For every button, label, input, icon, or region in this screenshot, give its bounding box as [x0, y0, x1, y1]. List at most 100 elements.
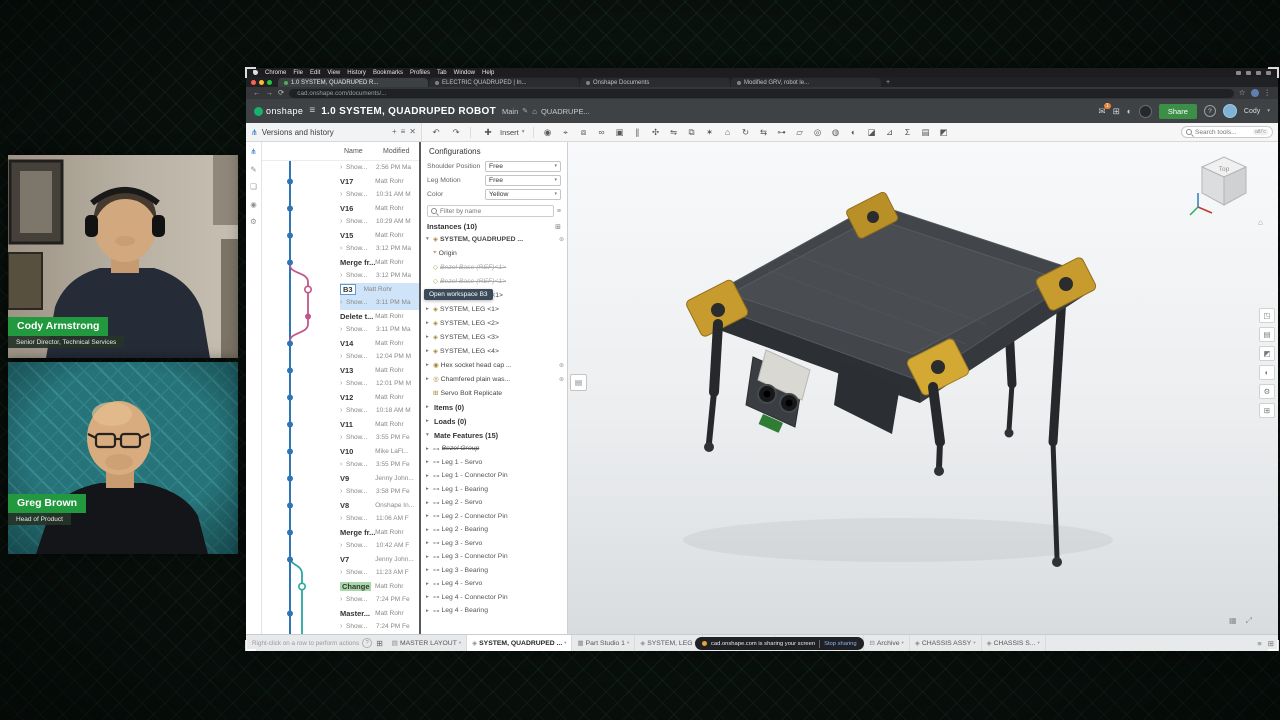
show-changes-link[interactable]: Show...	[346, 461, 376, 468]
show-changes-link[interactable]: Show...	[346, 218, 376, 225]
menubar-item[interactable]: Bookmarks	[373, 70, 403, 76]
expand-arrow-icon[interactable]: ▸	[426, 334, 431, 340]
document-menu-icon[interactable]: ≡	[309, 106, 315, 116]
onshape-logo[interactable]: onshape	[254, 106, 303, 116]
revolute-icon[interactable]: ↻	[737, 128, 755, 137]
show-changes-link[interactable]: Show...	[346, 272, 376, 279]
view-cube[interactable]: Top	[1186, 147, 1262, 223]
show-changes-link[interactable]: Show...	[346, 488, 376, 495]
circular-pattern-icon[interactable]: ✣	[647, 128, 665, 137]
menubar-item[interactable]: Window	[454, 70, 475, 76]
document-tab[interactable]: ◈ SYSTEM, LEG ▾	[635, 635, 703, 651]
instance-row[interactable]: ▸ ◈ SYSTEM, LEG <1>	[421, 302, 567, 316]
search-tools-input[interactable]	[1195, 128, 1250, 136]
insert-button[interactable]: ✚ Insert ▾	[476, 128, 528, 137]
instance-row[interactable]: ⊞ Servo Bolt Replicate	[421, 386, 567, 400]
version-row[interactable]: V14 Matt Rohr › Show... 12:04 PM M	[262, 337, 419, 364]
browser-tab[interactable]: Modified GRV, robot le...	[731, 78, 881, 87]
expand-arrow-icon[interactable]: ▾	[426, 432, 431, 438]
annotate-icon[interactable]: ✎	[250, 165, 256, 174]
bookmark-icon[interactable]: ☆	[1239, 89, 1246, 97]
show-changes-link[interactable]: Show...	[346, 407, 376, 414]
appearance-icon[interactable]: ◩	[935, 128, 953, 137]
notifications-icon[interactable]: ✉ 1	[1098, 102, 1111, 116]
chevron-down-icon[interactable]: ▾	[627, 640, 629, 646]
chevron-down-icon[interactable]: ▾	[902, 640, 904, 646]
expand-arrow-icon[interactable]: ▸	[426, 527, 431, 533]
comments-icon[interactable]: ❏	[250, 183, 257, 191]
instance-row[interactable]: ⌖ Origin	[421, 246, 567, 260]
menubar-item[interactable]: Profiles	[410, 70, 430, 76]
fastened-icon[interactable]: ⊶	[773, 128, 791, 137]
named-positions-icon[interactable]: ⌂	[719, 128, 737, 137]
document-tab[interactable]: ◈ SYSTEM, QUADRUPED ... ▾	[467, 635, 573, 651]
new-tab-icon[interactable]: +	[886, 79, 890, 86]
add-tab-icon[interactable]: ⊞	[376, 639, 383, 648]
forward-icon[interactable]: →	[266, 89, 274, 97]
document-tab[interactable]: ⊟ Archive ▾	[864, 635, 910, 651]
maximize-window-icon[interactable]	[267, 80, 272, 85]
section-header[interactable]: ▸ Loads (0)	[421, 414, 567, 428]
group-icon[interactable]: ⧈	[575, 128, 593, 137]
document-tab[interactable]: ◈ CHASSIS ASSY ▾	[910, 635, 982, 651]
expand-arrow-icon[interactable]: ▸	[426, 362, 431, 368]
spotlight-icon[interactable]	[1256, 70, 1261, 75]
apps-grid-icon[interactable]: ⊞	[1113, 107, 1120, 116]
expand-arrow-icon[interactable]: ▸	[426, 594, 431, 600]
address-bar[interactable]: cad.onshape.com/documents/...	[289, 88, 1234, 98]
add-instance-icon[interactable]: ⊞	[555, 223, 561, 231]
browser-tab[interactable]: ELECTRIC QUADRUPED | In...	[429, 78, 579, 87]
chevron-down-icon[interactable]: ▾	[973, 640, 975, 646]
appearance-panel-icon[interactable]: ◩	[1259, 346, 1275, 361]
show-changes-link[interactable]: Show...	[346, 380, 376, 387]
browser-profile-avatar[interactable]	[1250, 89, 1259, 97]
expand-arrow-icon[interactable]: ▸	[426, 486, 431, 492]
expand-arrow-icon[interactable]: ▸	[426, 459, 431, 465]
version-row[interactable]: B3 Matt Rohr › Show... 3:11 PM Ma	[262, 282, 419, 310]
show-changes-link[interactable]: Show...	[346, 515, 376, 522]
expand-arrow-icon[interactable]: ▸	[426, 567, 431, 573]
expand-arrow-icon[interactable]: ▸	[426, 404, 431, 410]
explode-icon[interactable]: ✶	[701, 128, 719, 137]
grid-settings-icon[interactable]: ▦	[1229, 616, 1237, 626]
tables-panel-icon[interactable]: ⊞	[1259, 403, 1275, 418]
show-changes-link[interactable]: Show...	[346, 596, 376, 603]
back-icon[interactable]: ←	[253, 89, 261, 97]
menubar-item[interactable]: Tab	[437, 70, 447, 76]
filter-input[interactable]	[440, 207, 550, 215]
show-changes-link[interactable]: Show...	[346, 623, 376, 630]
panel-options-icon[interactable]: ≡	[401, 128, 406, 136]
show-changes-link[interactable]: Show...	[346, 569, 376, 576]
section-view-icon[interactable]: ◪	[863, 128, 881, 137]
mate-feature-row[interactable]: ▸ ⊶ Leg 2 - Connector Pin	[421, 510, 567, 524]
cylindrical-icon[interactable]: ◎	[809, 128, 827, 137]
slider-icon[interactable]: ⇆	[755, 128, 773, 137]
minimize-window-icon[interactable]	[259, 80, 264, 85]
theme-icon[interactable]: ◐	[1127, 107, 1132, 116]
expand-arrow-icon[interactable]: ▸	[426, 540, 431, 546]
configuration-select[interactable]: Free ▾	[485, 174, 561, 186]
mate-feature-row[interactable]: ▸ ⊶ Leg 4 - Connector Pin	[421, 591, 567, 605]
chevron-down-icon[interactable]: ▾	[1267, 108, 1270, 114]
instance-row[interactable]: ▾ ◈ SYSTEM, QUADRUPED ... ⊛	[421, 232, 567, 246]
chevron-down-icon[interactable]: ▾	[564, 640, 566, 646]
version-row[interactable]: V10 Mike LaFl... › Show... 3:55 PM Fe	[262, 445, 419, 472]
version-row[interactable]: › Show... 2:56 PM Ma	[262, 161, 419, 175]
instance-row[interactable]: ▸ ◎ Chamfered plain was... ⊛	[421, 372, 567, 386]
undo-icon[interactable]: ↶	[427, 128, 445, 137]
expand-arrow-icon[interactable]: ▸	[426, 306, 431, 312]
bom-flyout-icon[interactable]: ▤	[570, 374, 587, 391]
expand-arrow-icon[interactable]: ▸	[426, 348, 431, 354]
browser-tab[interactable]: 1.0 SYSTEM, QUADRUPED R...	[278, 78, 428, 87]
version-row[interactable]: V8 Onshape In... › Show... 11:06 AM F	[262, 499, 419, 526]
tab-manager-icon[interactable]: ≡	[1257, 639, 1261, 648]
bom-icon[interactable]: ▤	[917, 128, 935, 137]
mate-feature-row[interactable]: ▸ ⊶ Leg 1 - Servo	[421, 456, 567, 470]
user-avatar[interactable]	[1222, 104, 1237, 118]
version-row[interactable]: V7 Jenny John... › Show... 11:23 AM F	[262, 553, 419, 580]
stop-sharing-button[interactable]: Stop sharing	[824, 641, 857, 647]
expand-arrow-icon[interactable]: ▸	[426, 581, 431, 587]
menubar-item[interactable]: Chrome	[265, 70, 286, 76]
reload-icon[interactable]: ⟳	[278, 89, 284, 97]
display-states-panel-icon[interactable]: ◐	[1259, 365, 1275, 380]
